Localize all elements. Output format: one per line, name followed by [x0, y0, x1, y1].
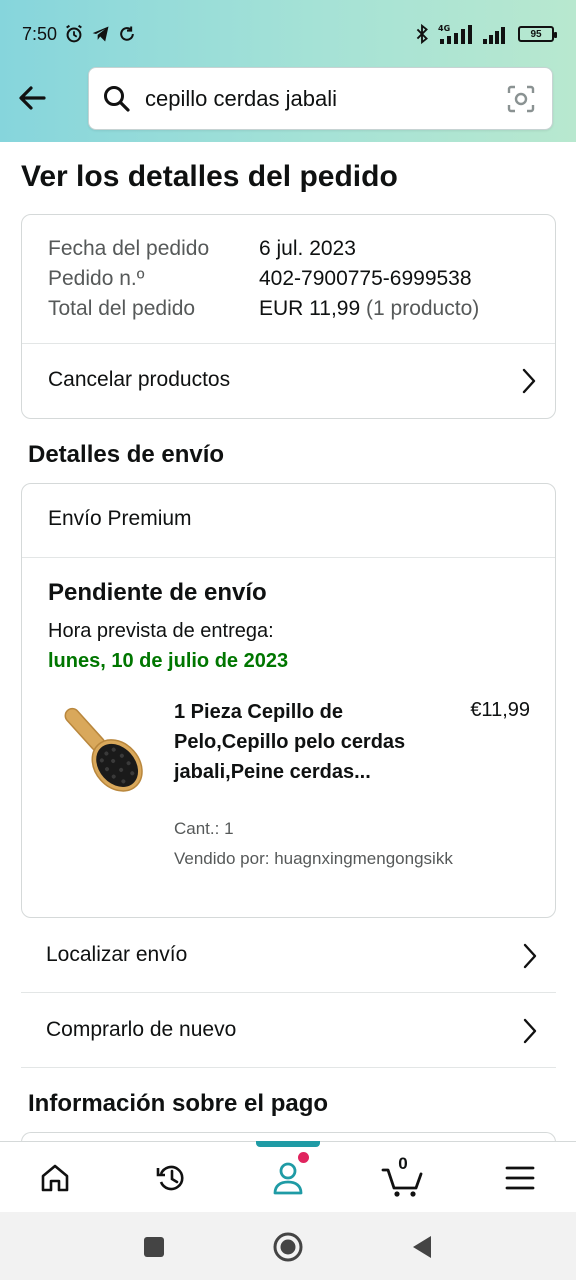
- track-shipment-label: Localizar envío: [46, 943, 188, 966]
- notification-dot: [298, 1152, 309, 1163]
- nav-menu[interactable]: [495, 1156, 545, 1200]
- shipping-section-title: Detalles de envío: [28, 441, 225, 468]
- order-summary-card: Fecha del pedido 6 jul. 2023 Pedido n.º …: [21, 214, 556, 419]
- history-icon: [156, 1165, 184, 1191]
- square-icon: [144, 1237, 164, 1257]
- order-total-value: EUR 11,99 (1 producto): [259, 297, 479, 321]
- home-system-button[interactable]: [273, 1232, 303, 1262]
- signal-4g-icon: 4G: [438, 24, 472, 44]
- chevron-right-icon: [523, 1018, 537, 1044]
- active-tab-indicator: [256, 1141, 320, 1147]
- order-date-label: Fecha del pedido: [48, 237, 210, 260]
- product-title[interactable]: 1 Pieza Cepillo de Pelo,Cepillo pelo cer…: [174, 697, 414, 787]
- signal-icon: [483, 27, 505, 44]
- cancel-products-link[interactable]: Cancelar productos: [22, 344, 555, 418]
- cancel-products-label: Cancelar productos: [48, 368, 231, 391]
- search-input[interactable]: cepillo cerdas jabali: [145, 86, 337, 112]
- bluetooth-icon: [416, 23, 428, 45]
- battery-icon: 95: [518, 26, 557, 42]
- status-bar: 7:50 4G 95: [22, 18, 557, 50]
- buy-again-link[interactable]: Comprarlo de nuevo: [21, 994, 556, 1068]
- nav-home[interactable]: [30, 1156, 80, 1200]
- product-quantity: Cant.: 1: [174, 819, 234, 838]
- menu-icon: [505, 1166, 535, 1190]
- recents-button[interactable]: [139, 1232, 169, 1262]
- shipment-status: Pendiente de envío: [48, 579, 267, 606]
- shipping-method: Envío Premium: [48, 507, 192, 530]
- circle-icon: [273, 1232, 303, 1262]
- delivery-estimate-label: Hora prevista de entrega:: [48, 620, 274, 642]
- nav-cart[interactable]: 0: [378, 1154, 428, 1200]
- back-button[interactable]: [14, 80, 50, 116]
- order-number-value: 402-7900775-6999538: [259, 267, 472, 290]
- telegram-icon: [92, 26, 109, 42]
- product-seller: Vendido por: huagnxingmengongsikk: [174, 849, 453, 868]
- buy-again-label: Comprarlo de nuevo: [46, 1018, 237, 1041]
- shipment-card: Envío Premium Pendiente de envío Hora pr…: [21, 483, 556, 918]
- cart-count: 0: [398, 1154, 408, 1173]
- app-header: 7:50 4G 95 cepillo cerdas jabali: [0, 0, 576, 142]
- divider: [22, 557, 555, 558]
- arrow-left-icon: [19, 86, 46, 110]
- chevron-right-icon: [522, 368, 536, 394]
- alarm-icon: [66, 24, 82, 43]
- home-icon: [41, 1164, 69, 1192]
- chevron-right-icon: [523, 943, 537, 969]
- product-image[interactable]: [46, 694, 156, 804]
- system-navigation: [0, 1212, 576, 1280]
- svg-text:4G: 4G: [438, 24, 450, 33]
- order-total-amount: EUR 11,99: [259, 297, 361, 320]
- product-price: €11,99: [470, 699, 530, 721]
- triangle-back-icon: [413, 1236, 431, 1258]
- account-icon: [273, 1162, 303, 1195]
- status-time: 7:50: [22, 23, 58, 44]
- delivery-estimate-date: lunes, 10 de julio de 2023: [48, 650, 289, 672]
- page-title: Ver los detalles del pedido: [21, 160, 398, 193]
- back-system-button[interactable]: [407, 1232, 437, 1262]
- sync-icon: [120, 26, 134, 41]
- order-total-count: (1 producto): [366, 297, 480, 320]
- search-bar[interactable]: cepillo cerdas jabali: [88, 67, 553, 130]
- order-number-label: Pedido n.º: [48, 267, 145, 290]
- payment-section-title: Información sobre el pago: [28, 1090, 329, 1117]
- order-date-value: 6 jul. 2023: [259, 237, 356, 260]
- order-total-label: Total del pedido: [48, 297, 196, 320]
- track-shipment-link[interactable]: Localizar envío: [21, 919, 556, 993]
- camera-search-icon[interactable]: [506, 84, 536, 119]
- search-icon: [102, 84, 132, 119]
- bottom-navigation: 0: [0, 1141, 576, 1212]
- nav-history[interactable]: [147, 1156, 197, 1200]
